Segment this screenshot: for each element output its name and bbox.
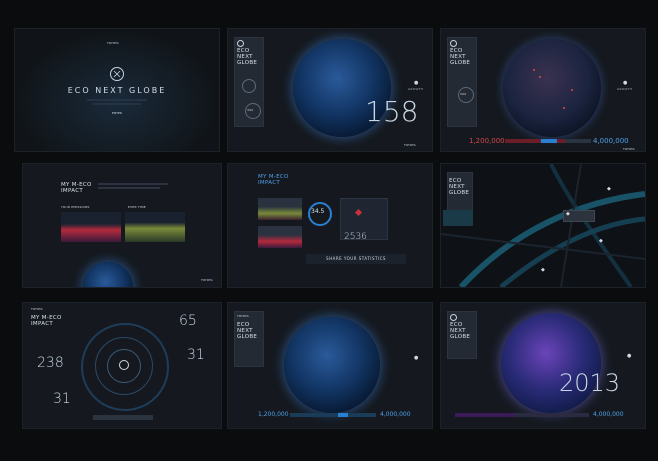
brand-logo: TOYOTA xyxy=(201,278,213,282)
globe-logo-icon xyxy=(237,40,244,47)
user-icon[interactable]: ● xyxy=(414,355,418,361)
max-value: 4,000,000 xyxy=(593,411,624,418)
title-line2: IMPACT xyxy=(31,321,53,327)
location-card[interactable] xyxy=(443,210,473,226)
gauge-value: 34.5 xyxy=(311,208,325,215)
globe[interactable] xyxy=(503,39,601,137)
slide-map: ECO NEXT GLOBE ◆ ◆ ◆ ◆ xyxy=(440,163,646,288)
subtitle-line xyxy=(87,99,147,101)
column-label: YOUR EMISSIONS xyxy=(61,205,90,209)
max-value: 4,000,000 xyxy=(380,411,411,418)
brand-logo: TOYOTA xyxy=(623,147,635,151)
slide-title: ECO NEXT GLOBE xyxy=(67,86,167,95)
brand-logo: TOYOTA xyxy=(237,314,249,318)
brand-logo: TOYOTA xyxy=(107,41,119,45)
title-line2: IMPACT xyxy=(258,180,280,186)
globe[interactable] xyxy=(501,313,601,413)
globe[interactable] xyxy=(284,317,380,413)
action-button[interactable] xyxy=(93,415,153,420)
side-label: GROWTH xyxy=(408,87,424,91)
side-label: GROWTH xyxy=(617,87,633,91)
scale-bar-purple xyxy=(455,413,515,417)
brand-logo: TOYOTA xyxy=(404,143,416,147)
ever-time-chart xyxy=(125,212,185,242)
slide-title: ECO NEXT GLOBE xyxy=(237,48,258,66)
max-value: 4,000,000 xyxy=(593,137,629,145)
scale-bar-track[interactable] xyxy=(290,413,376,417)
stat-left: 238 xyxy=(37,355,64,371)
slide-globe-network: TOYOTA ECO NEXT GLOBE ● 1,200,000 4,000,… xyxy=(227,302,433,429)
gauge-value: 300 xyxy=(460,92,467,96)
globe-logo-icon xyxy=(110,67,124,81)
min-value: 1,200,000 xyxy=(258,411,289,418)
data-dot xyxy=(571,89,573,91)
subtitle-line xyxy=(93,103,141,105)
location-marker-icon[interactable]: ◆ xyxy=(599,238,603,244)
scale-bar-blue xyxy=(338,413,348,417)
stat-card[interactable] xyxy=(258,226,302,248)
slide-title: ECO NEXT GLOBE xyxy=(450,48,471,66)
scale-bar-blue xyxy=(541,139,557,143)
data-dot xyxy=(563,107,565,109)
globe[interactable] xyxy=(83,262,133,287)
globe-logo-icon xyxy=(450,314,457,321)
car-icon: ◆ xyxy=(566,211,570,217)
user-icon[interactable]: ● xyxy=(623,80,627,86)
user-icon[interactable]: ● xyxy=(627,353,631,359)
stat-card[interactable] xyxy=(258,198,302,220)
location-marker-icon[interactable]: ◆ xyxy=(541,267,545,273)
slide-impact-stats: MY M-ECO IMPACT 34.5 2536 SHARE YOUR STA… xyxy=(227,163,433,288)
brand-logo: TOYOTA xyxy=(31,307,43,311)
stat-right: 31 xyxy=(187,347,205,363)
column-label: EVER TIME xyxy=(128,205,146,209)
user-icon[interactable]: ● xyxy=(414,80,418,86)
intro-text xyxy=(98,187,160,189)
slide-globe-year: ECO NEXT GLOBE 2013 ● 4,000,000 xyxy=(440,302,646,429)
intro-text xyxy=(98,183,168,185)
slide-title: ECO NEXT GLOBE xyxy=(237,322,258,340)
slide-title: ECO NEXT GLOBE xyxy=(449,178,470,196)
location-marker-icon[interactable]: ◆ xyxy=(607,186,611,192)
big-stat: 2536 xyxy=(344,232,367,242)
big-stat: 158 xyxy=(365,95,419,128)
min-value: 1,200,000 xyxy=(469,137,505,145)
year-stat: 2013 xyxy=(559,369,621,397)
globe-logo-icon xyxy=(450,40,457,47)
data-dot xyxy=(539,76,541,78)
enter-button[interactable]: ENTER xyxy=(103,111,131,115)
scale-bar-track[interactable] xyxy=(565,139,591,143)
gauge-value: 300 xyxy=(247,108,254,112)
stat-top: 65 xyxy=(179,313,197,329)
data-dot xyxy=(533,69,535,71)
slide-impact-dial: TOYOTA MY M-ECO IMPACT 65 238 31 31 xyxy=(22,302,222,429)
scale-bar-track[interactable] xyxy=(515,413,589,417)
slide-globe-scale: ECO NEXT GLOBE 300 ● GROWTH 1,200,000 4,… xyxy=(440,28,646,152)
slide-title: ECO NEXT GLOBE xyxy=(450,322,471,340)
globe-logo-icon xyxy=(119,360,129,370)
gauge-ring xyxy=(242,79,256,93)
share-button[interactable]: SHARE YOUR STATISTICS xyxy=(306,254,406,264)
slide-impact-charts: MY M-ECO IMPACT YOUR EMISSIONS EVER TIME… xyxy=(22,163,222,288)
slide-globe-stats: ECO NEXT GLOBE 300 158 ● GROWTH TOYOTA xyxy=(227,28,433,152)
stat-bottom: 31 xyxy=(53,391,71,407)
emissions-chart xyxy=(61,212,121,242)
slide-intro: TOYOTA ECO NEXT GLOBE ENTER xyxy=(14,28,220,152)
